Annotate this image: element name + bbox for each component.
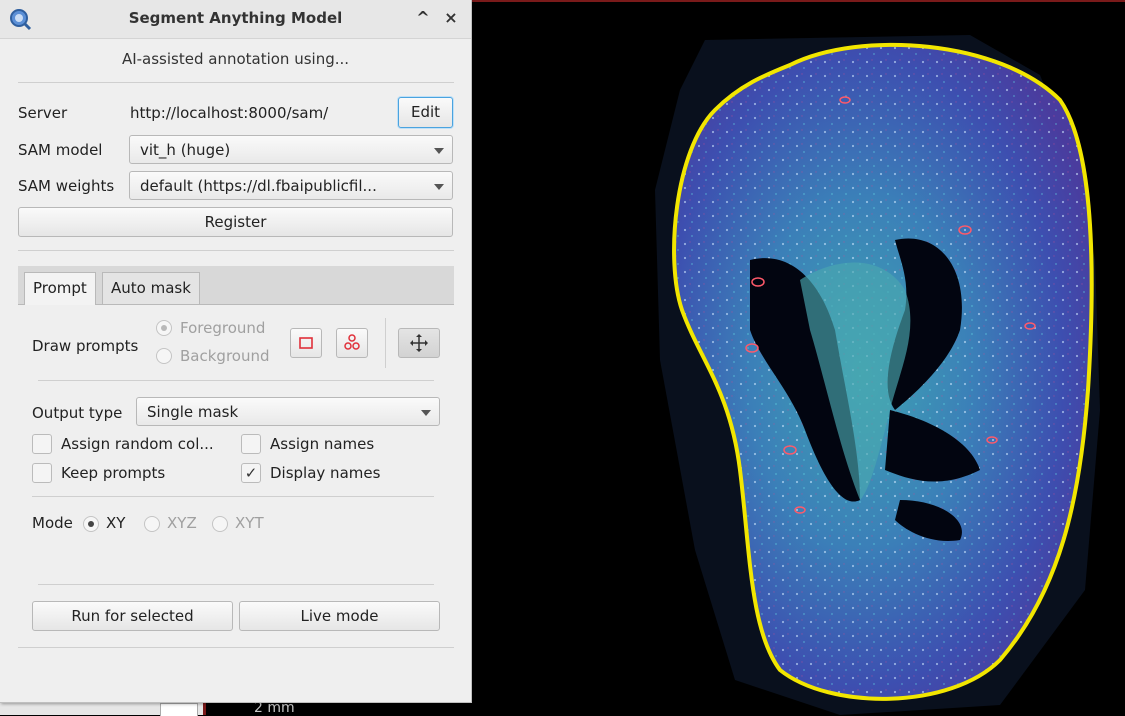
sam-model-value: vit_h (huge) bbox=[140, 141, 231, 159]
output-type-select[interactable]: Single mask bbox=[136, 397, 440, 426]
live-mode-button[interactable]: Live mode bbox=[239, 601, 440, 631]
sam-weights-select[interactable]: default (https://dl.fbaipublicfil... bbox=[129, 171, 453, 200]
mode-xyt-label: XYT bbox=[235, 514, 264, 532]
foreground-radio[interactable] bbox=[156, 320, 172, 336]
chevron-down-icon bbox=[434, 184, 444, 190]
divider bbox=[38, 584, 434, 585]
rectangle-tool-icon bbox=[299, 337, 313, 349]
move-tool-icon bbox=[410, 334, 428, 352]
sam-model-label: SAM model bbox=[18, 141, 103, 159]
mode-xyz-label: XYZ bbox=[167, 514, 197, 532]
display-names-checkbox[interactable]: ✓ bbox=[241, 463, 261, 483]
close-icon[interactable]: × bbox=[440, 7, 462, 29]
assign-random-colors-checkbox[interactable] bbox=[32, 434, 52, 454]
mode-label: Mode bbox=[32, 514, 73, 532]
points-tool-icon bbox=[344, 334, 360, 350]
chevron-down-icon bbox=[421, 410, 431, 416]
assign-names-checkbox[interactable] bbox=[241, 434, 261, 454]
mode-xyz-radio[interactable] bbox=[144, 516, 160, 532]
viewer-border bbox=[470, 0, 1125, 2]
background-label: Background bbox=[180, 347, 270, 365]
chevron-up-icon[interactable]: ^ bbox=[412, 7, 434, 29]
draw-prompts-label: Draw prompts bbox=[32, 337, 139, 355]
chevron-down-icon bbox=[434, 148, 444, 154]
keep-prompts-checkbox[interactable] bbox=[32, 463, 52, 483]
status-field bbox=[160, 703, 198, 716]
divider bbox=[385, 318, 386, 368]
mode-xy-label: XY bbox=[106, 514, 126, 532]
subtitle: AI-assisted annotation using... bbox=[121, 50, 350, 68]
tissue-image bbox=[655, 35, 1100, 715]
register-button[interactable]: Register bbox=[18, 207, 453, 237]
divider bbox=[18, 250, 454, 251]
server-url: http://localhost:8000/sam/ bbox=[130, 104, 329, 122]
background-radio[interactable] bbox=[156, 348, 172, 364]
points-tool-button[interactable] bbox=[336, 328, 368, 358]
tab-strip: Prompt Auto mask bbox=[18, 266, 454, 305]
run-for-selected-button[interactable]: Run for selected bbox=[32, 601, 233, 631]
window-title: Segment Anything Model bbox=[128, 9, 343, 27]
display-names-label: Display names bbox=[270, 464, 381, 482]
output-type-label: Output type bbox=[32, 404, 123, 422]
divider bbox=[18, 647, 454, 648]
rectangle-tool-button[interactable] bbox=[290, 328, 322, 358]
divider bbox=[32, 496, 434, 497]
divider bbox=[38, 380, 434, 381]
move-tool-button[interactable] bbox=[398, 328, 440, 358]
tab-prompt[interactable]: Prompt bbox=[24, 272, 96, 305]
foreground-label: Foreground bbox=[180, 319, 266, 337]
checkmark-icon: ✓ bbox=[244, 464, 258, 482]
titlebar[interactable]: Segment Anything Model ^ × bbox=[0, 0, 471, 39]
sam-dialog: Segment Anything Model ^ × AI-assisted a… bbox=[0, 0, 472, 703]
keep-prompts-label: Keep prompts bbox=[61, 464, 166, 482]
sam-weights-label: SAM weights bbox=[18, 177, 115, 195]
server-label: Server bbox=[18, 104, 68, 122]
output-type-value: Single mask bbox=[147, 403, 239, 421]
divider bbox=[18, 82, 454, 83]
sam-model-select[interactable]: vit_h (huge) bbox=[129, 135, 453, 164]
mode-xyt-radio[interactable] bbox=[212, 516, 228, 532]
tab-auto-mask[interactable]: Auto mask bbox=[102, 272, 200, 304]
edit-server-button[interactable]: Edit bbox=[398, 97, 453, 128]
assign-names-label: Assign names bbox=[270, 435, 375, 453]
sam-weights-value: default (https://dl.fbaipublicfil... bbox=[140, 177, 377, 195]
mode-xy-radio[interactable] bbox=[83, 516, 99, 532]
assign-random-colors-label: Assign random col... bbox=[61, 435, 214, 453]
